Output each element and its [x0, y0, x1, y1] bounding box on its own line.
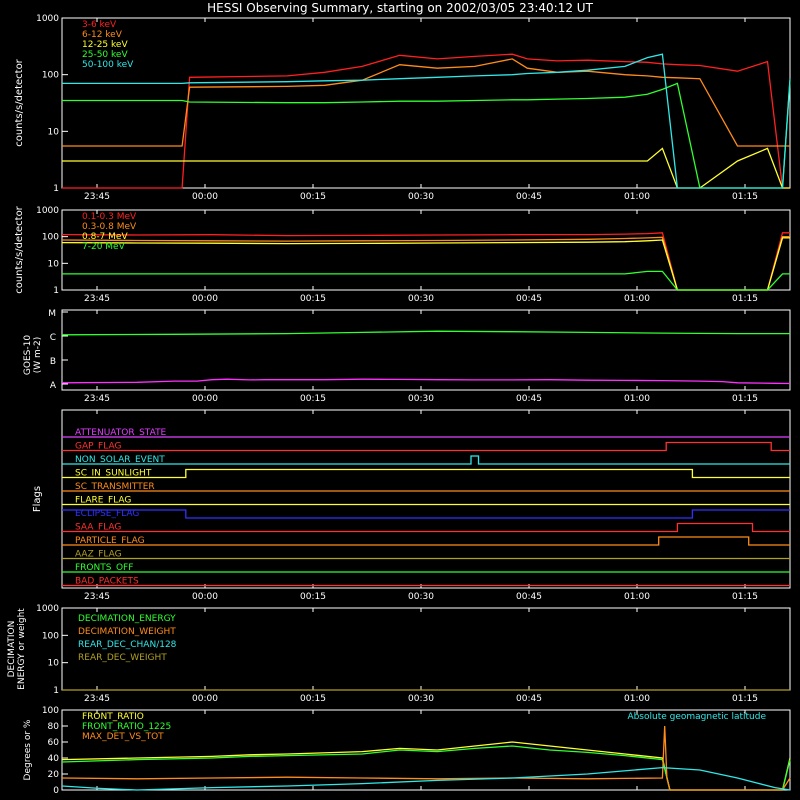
- panel-decimation-xtick-label: 00:30: [408, 694, 434, 704]
- panel-flags-xtick-label: 00:00: [192, 592, 218, 602]
- panel-high-energy-legend-entry: 0.8-7 MeV: [82, 232, 128, 242]
- panel-ratios-ytick-label: 0: [53, 786, 59, 796]
- panel-flags-xtick-label: 00:15: [300, 592, 326, 602]
- background: [0, 0, 800, 800]
- panel-high-energy-legend-entry: 0.1-0.3 MeV: [82, 212, 137, 222]
- panel-high-energy-ytick-label: 10: [48, 259, 60, 269]
- panel-low-energy-xtick-label: 00:30: [408, 192, 434, 202]
- panel-high-energy-xtick-label: 00:30: [408, 294, 434, 304]
- panel-low-energy-xtick-label: 23:45: [84, 192, 110, 202]
- panel-goes-ytick-label: C: [50, 333, 56, 343]
- panel-goes-ytick-label: A: [50, 381, 57, 391]
- panel-ratios-ytick-label: 40: [48, 754, 60, 764]
- panel-ratios-ytick-label: 60: [48, 738, 60, 748]
- panel-decimation-ytick-label: 10: [48, 659, 60, 669]
- panel-decimation-legend-entry: DECIMATION_WEIGHT: [78, 627, 176, 637]
- panel-decimation-ytick-label: 1000: [36, 604, 59, 614]
- panel-low-energy-ytick-label: 100: [42, 71, 59, 81]
- panel-high-energy-legend-entry: 0.3-0.8 MeV: [82, 222, 137, 232]
- panel-low-energy-xtick-label: 00:45: [516, 192, 542, 202]
- panel-low-energy-xtick-label: 00:15: [300, 192, 326, 202]
- panel-ratios-ytick-label: 20: [48, 770, 60, 780]
- panel-flags-xtick-label: 01:15: [732, 592, 758, 602]
- panel-low-energy-legend-entry: 25-50 keV: [82, 50, 128, 60]
- panel-goes-xtick-label: 00:45: [516, 394, 542, 404]
- panel-goes-xtick-label: 00:00: [192, 394, 218, 404]
- panel-ratios-annotation: Absolute geomagnetic latitude: [627, 712, 766, 722]
- panel-high-energy-xtick-label: 01:15: [732, 294, 758, 304]
- panel-decimation-xtick-label: 01:15: [732, 694, 758, 704]
- panel-high-energy-ytick-label: 1: [53, 286, 59, 296]
- panel-ratios-legend-entry: FRONT_RATIO_1225: [82, 722, 171, 732]
- panel-high-energy-xtick-label: 00:00: [192, 294, 218, 304]
- panel-decimation-xtick-label: 01:00: [624, 694, 650, 704]
- panel-high-energy-xtick-label: 23:45: [84, 294, 110, 304]
- panel-low-energy-ytick-label: 1000: [36, 14, 59, 24]
- panel-low-energy-ylabel: counts/s/detector: [14, 58, 25, 146]
- panel-goes-xtick-label: 01:15: [732, 394, 758, 404]
- panel-low-energy-legend-entry: 6-12 keV: [82, 30, 123, 40]
- panel-high-energy-xtick-label: 00:15: [300, 294, 326, 304]
- panel-low-energy-ytick-label: 10: [48, 127, 60, 137]
- panel-ratios-ylabel: Degrees or %: [23, 719, 33, 780]
- panel-decimation-ylabel: DECIMATION: [7, 621, 17, 678]
- panel-goes-xtick-label: 23:45: [84, 394, 110, 404]
- panel-flags-xtick-label: 23:45: [84, 592, 110, 602]
- panel-decimation-ylabel-2: ENERGY or weight: [17, 608, 27, 690]
- panel-low-energy-legend-entry: 12-25 keV: [82, 40, 128, 50]
- panel-low-energy-xtick-label: 01:00: [624, 192, 650, 202]
- panel-high-energy-ytick-label: 100: [42, 233, 59, 243]
- panel-ratios-legend-entry: FRONT_RATIO: [82, 712, 144, 722]
- panel-decimation-legend-entry: DECIMATION_ENERGY: [78, 614, 176, 624]
- hessi-observing-summary: HESSI Observing Summary, starting on 200…: [0, 0, 800, 800]
- panel-decimation-xtick-label: 00:15: [300, 694, 326, 704]
- panel-goes-xtick-label: 00:15: [300, 394, 326, 404]
- panel-high-energy-xtick-label: 01:00: [624, 294, 650, 304]
- panel-decimation-ytick-label: 1: [53, 686, 59, 696]
- panel-flags-xtick-label: 00:30: [408, 592, 434, 602]
- panel-decimation-xtick-label: 23:45: [84, 694, 110, 704]
- panel-low-energy-legend-entry: 50-100 keV: [82, 60, 134, 70]
- panel-flags-xtick-label: 00:45: [516, 592, 542, 602]
- panel-ratios-ytick-label: 80: [48, 722, 60, 732]
- panel-high-energy-xtick-label: 00:45: [516, 294, 542, 304]
- panel-ratios-ytick-label: 100: [42, 706, 59, 716]
- panel-goes-xtick-label: 01:00: [624, 394, 650, 404]
- chart-title: HESSI Observing Summary, starting on 200…: [207, 1, 593, 15]
- panel-goes-ylabel-units: (W m-2): [33, 337, 43, 374]
- panel-goes-ylabel: GOES-10: [23, 335, 33, 375]
- panel-goes-ytick-label: B: [50, 357, 56, 367]
- panel-high-energy-ytick-label: 1000: [36, 206, 59, 216]
- panel-decimation-legend-entry: REAR_DEC_CHAN/128: [78, 640, 177, 650]
- panel-ratios-legend-entry: MAX_DET_VS_TOT: [82, 732, 164, 742]
- panel-goes-ytick-label: M: [48, 309, 56, 319]
- panel-flags-xtick-label: 01:00: [624, 592, 650, 602]
- panel-low-energy-legend-entry: 3-6 keV: [82, 20, 117, 30]
- panel-high-energy-legend-entry: 7-20 MeV: [82, 242, 126, 252]
- panel-low-energy-xtick-label: 00:00: [192, 192, 218, 202]
- panel-low-energy-ytick-label: 1: [53, 184, 59, 194]
- panel-high-energy-ylabel: counts/s/detector: [14, 205, 25, 293]
- panel-decimation-ytick-label: 100: [42, 631, 59, 641]
- panel-decimation-legend-entry: REAR_DEC_WEIGHT: [78, 653, 167, 663]
- panel-goes-xtick-label: 00:30: [408, 394, 434, 404]
- panel-flags-ylabel: Flags: [32, 486, 43, 512]
- panel-low-energy-xtick-label: 01:15: [732, 192, 758, 202]
- panel-decimation-xtick-label: 00:45: [516, 694, 542, 704]
- panel-decimation-xtick-label: 00:00: [192, 694, 218, 704]
